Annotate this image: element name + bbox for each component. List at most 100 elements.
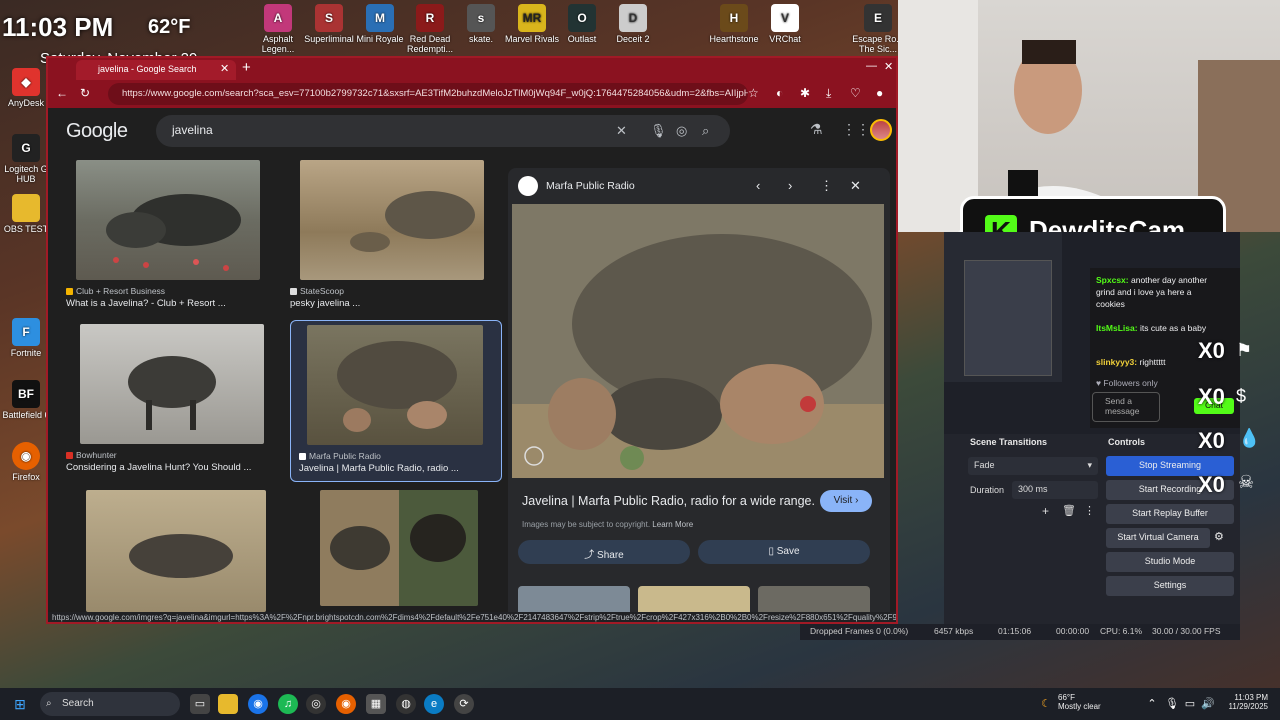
close-icon[interactable]: ✕ <box>850 178 861 194</box>
url-field[interactable]: https://www.google.com/search?sca_esv=77… <box>108 83 748 105</box>
search-input[interactable]: javelina ✕ 🎙 ◎ ⌕ <box>156 115 730 147</box>
learn-more-link[interactable]: Learn More <box>652 520 693 529</box>
duration-input[interactable]: 300 ms <box>1012 481 1098 499</box>
skull-icon: ☠ <box>1238 472 1255 492</box>
more-options-icon[interactable]: ⋮ <box>820 178 833 194</box>
image-result[interactable]: StateScoop pesky javelina ... <box>290 160 500 310</box>
image-result-selected[interactable]: Marfa Public Radio Javelina | Marfa Publ… <box>290 320 502 482</box>
chrome-icon[interactable]: ◉ <box>248 694 268 714</box>
preview-title[interactable]: Javelina | Marfa Public Radio, radio for… <box>522 494 815 508</box>
bookmark-star-icon[interactable]: ☆ <box>748 86 759 100</box>
gear-icon[interactable]: ⚙ <box>1214 530 1224 543</box>
money-bag-icon: $ <box>1236 386 1247 406</box>
microphone-icon[interactable]: 🎙 <box>1162 694 1182 714</box>
labs-flask-icon[interactable]: ⚗ <box>810 121 823 138</box>
studio-mode-button[interactable]: Studio Mode <box>1106 552 1234 572</box>
more-options-icon[interactable]: ⋮ <box>1084 504 1095 517</box>
transition-select[interactable]: Fade ▾ <box>968 457 1098 475</box>
link-status-bar: https://www.google.com/imgres?q=javelina… <box>48 612 896 622</box>
start-replay-buffer-button[interactable]: Start Replay Buffer <box>1106 504 1234 524</box>
weather-icon[interactable]: ☾ <box>1036 694 1056 714</box>
obs-icon[interactable]: ◍ <box>396 694 416 714</box>
desktop-icon[interactable]: M Mini Royale <box>352 0 408 44</box>
result-title: What is a Javelina? - Club + Resort ... <box>66 298 226 309</box>
image-result[interactable] <box>310 490 520 612</box>
search-icon[interactable]: ⌕ <box>702 123 709 139</box>
firefox-icon[interactable]: ◉ <box>336 694 356 714</box>
extension-icon[interactable]: ♡ <box>850 86 861 100</box>
next-icon[interactable]: › <box>788 178 792 193</box>
desktop-icon[interactable]: R Red Dead Redempti... <box>402 0 458 54</box>
save-button[interactable]: ▯ Save <box>698 540 870 564</box>
app-icon[interactable]: ⟳ <box>454 694 474 714</box>
chevron-up-icon[interactable]: ⌃ <box>1142 694 1162 714</box>
profile-icon[interactable]: ● <box>876 86 883 100</box>
share-button[interactable]: ⤴ Share <box>518 540 690 564</box>
preview-image[interactable] <box>512 204 884 478</box>
desktop-icon[interactable]: H Hearthstone <box>706 0 762 44</box>
taskbar-weather[interactable]: 66°F Mostly clear <box>1058 693 1101 711</box>
panel-source[interactable]: Marfa Public Radio <box>518 176 635 196</box>
xo-counter: X0 <box>1198 428 1225 453</box>
desktop-icon[interactable]: A Asphalt Legen... <box>250 0 306 54</box>
image-result[interactable]: Bowhunter Considering a Javelina Hunt? Y… <box>66 324 276 474</box>
result-thumbnail[interactable] <box>86 490 266 612</box>
javelina-image <box>330 514 466 570</box>
lens-icon[interactable]: ◎ <box>676 123 687 139</box>
address-bar: ← ↻ https://www.google.com/search?sca_es… <box>48 80 896 108</box>
extension-icon[interactable]: ✱ <box>800 86 810 100</box>
xo-counter: X0 <box>1198 384 1225 409</box>
new-tab-icon[interactable]: + <box>242 59 251 76</box>
apps-grid-icon[interactable]: ⋮⋮ <box>842 121 870 138</box>
steam-icon[interactable]: ◎ <box>306 694 326 714</box>
google-logo[interactable]: Google <box>66 120 128 143</box>
add-transition-icon[interactable]: + <box>1042 504 1049 518</box>
desktop-icon[interactable]: O Outlast <box>554 0 610 44</box>
controls-header: Controls <box>1108 437 1145 447</box>
close-tab-icon[interactable]: ✕ <box>220 62 229 75</box>
task-view-icon[interactable]: ▭ <box>190 694 210 714</box>
trash-icon[interactable]: 🗑 <box>1062 504 1076 517</box>
app-icon[interactable]: ▦ <box>366 694 386 714</box>
desktop-icon[interactable]: s skate. <box>453 0 509 44</box>
settings-button[interactable]: Settings <box>1106 576 1234 596</box>
image-result[interactable] <box>66 490 276 612</box>
fps: 30.00 / 30.00 FPS <box>1152 626 1221 636</box>
download-icon[interactable]: ⤓ <box>826 86 831 101</box>
extension-icon[interactable]: ◐ <box>776 86 783 100</box>
edge-icon[interactable]: e <box>424 694 444 714</box>
result-thumbnail[interactable] <box>80 324 264 444</box>
result-thumbnail[interactable] <box>76 160 260 280</box>
result-thumbnail[interactable] <box>320 490 478 606</box>
taskbar-search[interactable]: ⌕ Search <box>40 692 180 716</box>
result-source: StateScoop <box>300 286 344 296</box>
start-virtual-camera-button[interactable]: Start Virtual Camera <box>1106 528 1210 548</box>
obs-status-bar: Dropped Frames 0 (0.0%) 6457 kbps 01:15:… <box>800 624 1240 640</box>
reload-icon[interactable]: ↻ <box>80 86 90 100</box>
file-explorer-icon[interactable] <box>218 694 238 714</box>
desktop-icon[interactable]: MR Marvel Rivals <box>504 0 560 44</box>
result-thumbnail[interactable] <box>300 160 484 280</box>
visit-button[interactable]: Visit › <box>820 490 872 512</box>
clear-search-icon[interactable]: ✕ <box>616 123 627 139</box>
source-favicon <box>299 453 306 460</box>
obs-menu-preview <box>964 260 1052 376</box>
windows-start-icon[interactable]: ⊞ <box>10 694 30 714</box>
taskbar-clock[interactable]: 11:03 PM 11/29/2025 <box>1206 693 1268 711</box>
network-icon[interactable]: ▭ <box>1180 694 1200 714</box>
desktop-icon[interactable]: V VRChat <box>757 0 813 44</box>
javelina-image <box>129 534 233 578</box>
desktop-icon[interactable]: D Deceit 2 <box>605 0 661 44</box>
microphone-icon[interactable]: 🎙 <box>650 123 667 139</box>
result-thumbnail[interactable] <box>307 325 483 445</box>
avatar[interactable] <box>870 119 892 141</box>
tab-google-search[interactable]: javelina - Google Search <box>76 60 236 80</box>
back-icon[interactable]: ← <box>56 86 68 100</box>
image-result[interactable]: Club + Resort Business What is a Javelin… <box>66 160 276 310</box>
previous-icon[interactable]: ‹ <box>756 178 760 193</box>
minimize-icon[interactable]: — <box>866 60 877 72</box>
chat-input[interactable]: Send a message <box>1092 392 1160 422</box>
desktop-icon[interactable]: S Superliminal <box>301 0 357 44</box>
close-window-icon[interactable]: ✕ <box>884 60 893 73</box>
spotify-icon[interactable]: ♫ <box>278 694 298 714</box>
